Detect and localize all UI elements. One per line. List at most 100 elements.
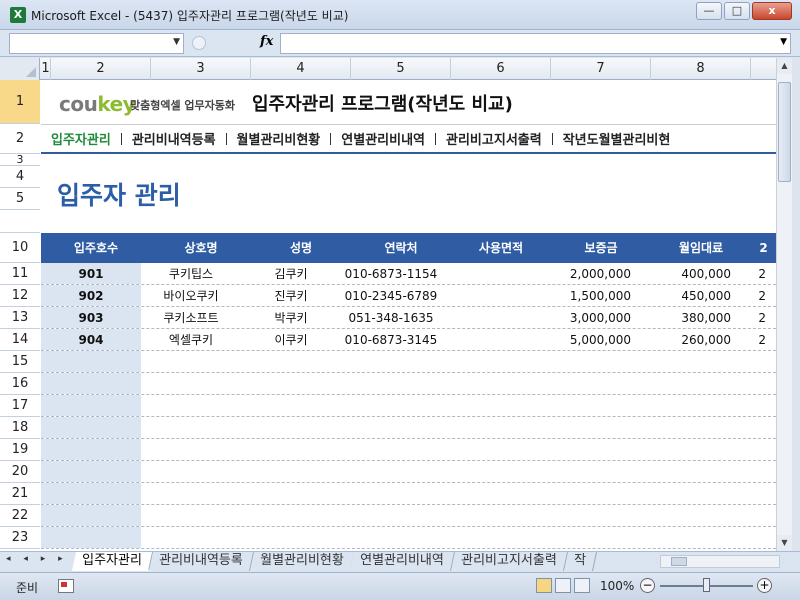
row-header[interactable]: 3 bbox=[0, 153, 40, 166]
name-box[interactable]: ▼ bbox=[9, 33, 184, 54]
row-header[interactable]: 15 bbox=[0, 351, 40, 373]
nav-item-yearly-fees[interactable]: 연별관리비내역 bbox=[331, 129, 435, 148]
row-header[interactable]: 20 bbox=[0, 461, 40, 483]
extra-cell[interactable]: 2 bbox=[741, 329, 776, 350]
nav-item-last-year-fees[interactable]: 작년도월별관리비현 bbox=[553, 129, 681, 148]
deposit-cell[interactable]: 2,000,000 bbox=[541, 263, 641, 284]
unit-number-cell[interactable]: 903 bbox=[41, 307, 141, 328]
zoom-slider-thumb[interactable] bbox=[703, 578, 710, 592]
company-cell[interactable]: 바이오쿠키 bbox=[141, 285, 241, 306]
unit-number-cell[interactable] bbox=[41, 439, 141, 460]
row-header[interactable]: 12 bbox=[0, 285, 40, 307]
company-cell[interactable]: 쿠키팁스 bbox=[141, 263, 241, 284]
row-header[interactable]: 16 bbox=[0, 373, 40, 395]
rent-cell[interactable]: 380,000 bbox=[641, 307, 741, 328]
table-row[interactable] bbox=[41, 439, 776, 461]
row-header[interactable]: 22 bbox=[0, 505, 40, 527]
zoom-in-button[interactable]: + bbox=[757, 578, 772, 593]
row-header[interactable]: 4 bbox=[0, 166, 40, 188]
unit-number-cell[interactable]: 901 bbox=[41, 263, 141, 284]
zoom-out-button[interactable]: − bbox=[640, 578, 655, 593]
area-cell[interactable] bbox=[441, 263, 541, 284]
unit-number-cell[interactable] bbox=[41, 505, 141, 526]
scroll-up-icon[interactable]: ▲ bbox=[777, 58, 792, 74]
area-cell[interactable] bbox=[441, 307, 541, 328]
deposit-cell[interactable]: 5,000,000 bbox=[541, 329, 641, 350]
phone-cell[interactable]: 051-348-1635 bbox=[341, 307, 441, 328]
extra-cell[interactable]: 2 bbox=[741, 263, 776, 284]
area-cell[interactable] bbox=[441, 285, 541, 306]
name-cell[interactable]: 김쿠키 bbox=[241, 263, 341, 284]
name-cell[interactable]: 박쿠키 bbox=[241, 307, 341, 328]
company-cell[interactable]: 쿠키소프트 bbox=[141, 307, 241, 328]
row-header[interactable]: 18 bbox=[0, 417, 40, 439]
table-row[interactable] bbox=[41, 417, 776, 439]
row-header[interactable]: 23 bbox=[0, 527, 40, 549]
chevron-down-icon[interactable]: ▼ bbox=[173, 37, 180, 47]
scroll-down-icon[interactable]: ▼ bbox=[777, 535, 792, 551]
name-cell[interactable]: 이쿠키 bbox=[241, 329, 341, 350]
column-header[interactable]: 2 bbox=[51, 58, 151, 80]
insert-function-button[interactable]: fx bbox=[260, 34, 273, 49]
worksheet-grid[interactable]: 1 2 3 4 5 6 7 8 1 2 3 4 5 10 11 12 13 14… bbox=[0, 58, 776, 551]
horizontal-scroll-thumb[interactable] bbox=[671, 557, 687, 566]
page-layout-view-icon[interactable] bbox=[555, 578, 571, 593]
table-row[interactable]: 904 엑셀쿠키 이쿠키 010-6873-3145 5,000,000 260… bbox=[41, 329, 776, 351]
unit-number-cell[interactable]: 904 bbox=[41, 329, 141, 350]
phone-cell[interactable]: 010-2345-6789 bbox=[341, 285, 441, 306]
minimize-button[interactable]: — bbox=[696, 2, 722, 20]
tab-tenant-management[interactable]: 입주자관리 bbox=[71, 552, 153, 571]
table-row[interactable] bbox=[41, 395, 776, 417]
row-header[interactable]: 11 bbox=[0, 263, 40, 285]
row-header[interactable]: 17 bbox=[0, 395, 40, 417]
vertical-scrollbar[interactable]: ▲ ▼ bbox=[776, 58, 792, 551]
unit-number-cell[interactable] bbox=[41, 461, 141, 482]
excel-app-icon[interactable]: X bbox=[10, 7, 26, 23]
extra-cell[interactable]: 2 bbox=[741, 285, 776, 306]
row-header[interactable]: 5 bbox=[0, 188, 40, 210]
rent-cell[interactable]: 260,000 bbox=[641, 329, 741, 350]
phone-cell[interactable]: 010-6873-1154 bbox=[341, 263, 441, 284]
table-row[interactable] bbox=[41, 527, 776, 549]
unit-number-cell[interactable]: 902 bbox=[41, 285, 141, 306]
column-header[interactable]: 7 bbox=[551, 58, 651, 80]
horizontal-scrollbar[interactable] bbox=[660, 555, 780, 568]
table-row[interactable]: 901 쿠키팁스 김쿠키 010-6873-1154 2,000,000 400… bbox=[41, 263, 776, 285]
tab-monthly-fees[interactable]: 월별관리비현황 bbox=[249, 552, 355, 571]
row-header[interactable]: 13 bbox=[0, 307, 40, 329]
expand-formula-icon[interactable]: ▼ bbox=[780, 37, 787, 47]
close-button[interactable]: x bbox=[752, 2, 792, 20]
tab-scroll-arrows[interactable]: ◂ ◂ ▸ ▸ bbox=[6, 554, 68, 564]
tab-fee-registration[interactable]: 관리비내역등록 bbox=[148, 552, 254, 571]
page-break-view-icon[interactable] bbox=[574, 578, 590, 593]
area-cell[interactable] bbox=[441, 329, 541, 350]
column-header[interactable]: 5 bbox=[351, 58, 451, 80]
row-header[interactable] bbox=[0, 210, 40, 233]
cell-area[interactable]: coukey 맞춤형엑셀 업무자동화 입주자관리 프로그램(작년도 비교) 입주… bbox=[41, 80, 776, 551]
rent-cell[interactable]: 450,000 bbox=[641, 285, 741, 306]
table-row[interactable]: 903 쿠키소프트 박쿠키 051-348-1635 3,000,000 380… bbox=[41, 307, 776, 329]
row-header[interactable]: 1 bbox=[0, 80, 40, 124]
unit-number-cell[interactable] bbox=[41, 483, 141, 504]
resize-handle-icon[interactable] bbox=[192, 36, 206, 50]
zoom-level[interactable]: 100% bbox=[600, 579, 634, 593]
nav-item-tenant-management[interactable]: 입주자관리 bbox=[41, 129, 121, 148]
table-row[interactable] bbox=[41, 461, 776, 483]
table-row[interactable] bbox=[41, 483, 776, 505]
name-cell[interactable]: 진쿠키 bbox=[241, 285, 341, 306]
unit-number-cell[interactable] bbox=[41, 395, 141, 416]
row-header[interactable]: 21 bbox=[0, 483, 40, 505]
row-header[interactable]: 19 bbox=[0, 439, 40, 461]
extra-cell[interactable]: 2 bbox=[741, 307, 776, 328]
row-header[interactable]: 14 bbox=[0, 329, 40, 351]
deposit-cell[interactable]: 3,000,000 bbox=[541, 307, 641, 328]
select-all-button[interactable] bbox=[0, 58, 40, 80]
column-header[interactable]: 8 bbox=[651, 58, 751, 80]
row-header[interactable]: 2 bbox=[0, 124, 40, 154]
tab-bill-print[interactable]: 관리비고지서출력 bbox=[450, 552, 568, 571]
table-row[interactable] bbox=[41, 373, 776, 395]
table-row[interactable] bbox=[41, 351, 776, 373]
tab-last-year[interactable]: 작 bbox=[563, 552, 597, 571]
unit-number-cell[interactable] bbox=[41, 373, 141, 394]
rent-cell[interactable]: 400,000 bbox=[641, 263, 741, 284]
